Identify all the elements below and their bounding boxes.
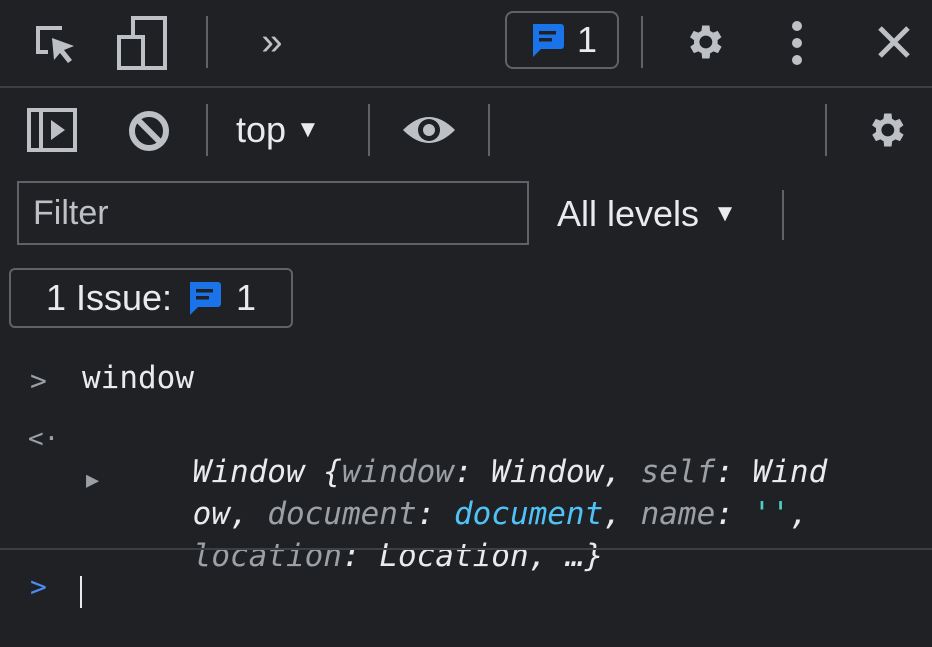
result-prompt-icon: <· <box>28 424 60 454</box>
console-output: > window <· Window {window: Window, self… <box>0 0 932 647</box>
active-prompt-icon: > <box>30 570 47 603</box>
expand-arrow-icon[interactable]: ▶ <box>86 468 99 493</box>
input-prompt-icon: > <box>30 364 47 397</box>
console-divider <box>0 548 932 550</box>
result-line-3: location: Location, …} <box>192 538 604 574</box>
console-input-echo: window <box>82 360 194 396</box>
console-input-cursor[interactable] <box>80 576 82 608</box>
